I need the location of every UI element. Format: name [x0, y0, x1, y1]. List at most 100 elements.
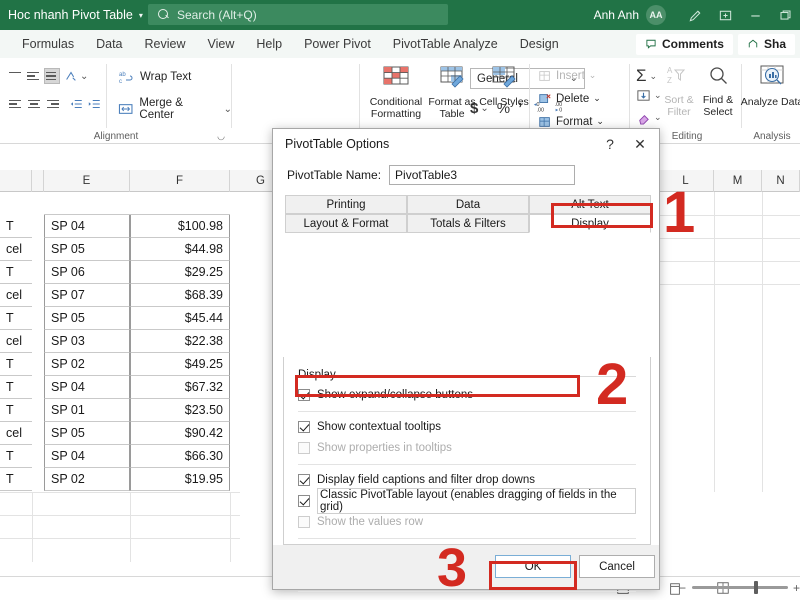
cell-D[interactable]: T	[0, 445, 32, 468]
align-left-icon[interactable]	[8, 96, 24, 112]
checkbox-classic-pivottable-layout[interactable]	[298, 494, 310, 507]
cell-F[interactable]: $23.50	[130, 399, 230, 422]
dialog-tab-data[interactable]: Data	[407, 195, 529, 214]
find-select-button[interactable]: Find & Select	[694, 64, 742, 126]
cell-D[interactable]: cel	[0, 330, 32, 353]
restore-icon[interactable]	[770, 0, 800, 30]
cell-D[interactable]: T	[0, 468, 32, 491]
cell-D[interactable]: T	[0, 307, 32, 330]
cell-partial-E[interactable]	[44, 192, 130, 215]
tab-data[interactable]: Data	[85, 30, 133, 58]
comments-button[interactable]: Comments	[635, 33, 733, 55]
cell-F[interactable]: $45.44	[130, 307, 230, 330]
zoom-out-button[interactable]: −	[679, 581, 686, 595]
merge-center-button[interactable]: Merge & Center ⌄	[118, 97, 232, 121]
column-header-partial[interactable]	[32, 170, 44, 192]
cell-F[interactable]: $68.39	[130, 284, 230, 307]
column-header-N[interactable]: N	[762, 170, 800, 192]
ok-button[interactable]: OK	[495, 555, 571, 578]
conditional-formatting-button[interactable]: Conditional Formatting	[364, 64, 428, 126]
column-header-E[interactable]: E	[44, 170, 130, 192]
option-display-field-captions[interactable]: Display field captions and filter drop d…	[298, 470, 636, 489]
pivottable-name-input[interactable]: PivotTable3	[389, 165, 576, 185]
tab-help[interactable]: Help	[245, 30, 293, 58]
cell-D[interactable]: cel	[0, 238, 32, 261]
page-break-preview-icon[interactable]	[716, 581, 730, 600]
column-header-M[interactable]: M	[714, 170, 762, 192]
zoom-slider[interactable]	[692, 586, 788, 589]
align-center-icon[interactable]	[26, 96, 42, 112]
zoom-in-button[interactable]: +	[793, 581, 800, 595]
tab-pivottable-analyze[interactable]: PivotTable Analyze	[382, 30, 509, 58]
orientation-icon[interactable]	[62, 68, 78, 84]
align-middle-icon[interactable]	[26, 68, 42, 84]
cell-partial-F[interactable]	[130, 192, 230, 215]
option-classic-pivottable-layout[interactable]: Classic PivotTable layout (enables dragg…	[298, 487, 636, 514]
checkbox-display-field-captions[interactable]	[298, 473, 310, 486]
cell-F[interactable]: $66.30	[130, 445, 230, 468]
cell-F[interactable]: $29.25	[130, 261, 230, 284]
checkbox-show-expand-collapse[interactable]	[298, 388, 310, 401]
document-title[interactable]: Hoc nhanh Pivot Table ▾	[8, 8, 143, 22]
cell-F[interactable]: $49.25	[130, 353, 230, 376]
zoom-slider-handle[interactable]	[754, 581, 758, 594]
dialog-tab-alt-text[interactable]: Alt Text	[529, 195, 651, 214]
delete-button[interactable]: Delete ⌄	[538, 89, 601, 108]
align-top-icon[interactable]	[8, 68, 24, 84]
present-icon[interactable]	[710, 0, 740, 30]
decrease-indent-icon[interactable]	[68, 96, 84, 112]
cell-E[interactable]: SP 03	[44, 330, 130, 353]
tab-review[interactable]: Review	[134, 30, 197, 58]
cell-E[interactable]: SP 04	[44, 376, 130, 399]
cell-D[interactable]: cel	[0, 284, 32, 307]
dialog-tab-totals-filters[interactable]: Totals & Filters	[407, 214, 529, 233]
checkbox-show-contextual-tooltips[interactable]	[298, 420, 310, 433]
increase-indent-icon[interactable]	[86, 96, 102, 112]
cell-F[interactable]: $100.98	[130, 215, 230, 238]
search-box[interactable]: Search (Alt+Q)	[148, 4, 448, 25]
cell-E[interactable]: SP 04	[44, 215, 130, 238]
analyze-data-button[interactable]: Analyze Data	[740, 64, 800, 126]
share-button[interactable]: Sha	[737, 33, 795, 55]
tab-formulas[interactable]: Formulas	[0, 30, 85, 58]
dialog-tab-printing[interactable]: Printing	[285, 195, 407, 214]
pen-icon[interactable]	[680, 0, 710, 30]
cell-D[interactable]: cel	[0, 422, 32, 445]
cell-E[interactable]: SP 06	[44, 261, 130, 284]
minimize-icon[interactable]	[740, 0, 770, 30]
option-show-contextual-tooltips[interactable]: Show contextual tooltips	[298, 417, 636, 436]
cell-D[interactable]: T	[0, 215, 32, 238]
dialog-tab-layout-format[interactable]: Layout & Format	[285, 214, 407, 233]
cell-F[interactable]: $90.42	[130, 422, 230, 445]
cell-D[interactable]: T	[0, 399, 32, 422]
column-header-F[interactable]: F	[130, 170, 230, 192]
tab-design[interactable]: Design	[509, 30, 570, 58]
align-right-icon[interactable]	[44, 96, 60, 112]
dialog-tab-display[interactable]: Display	[529, 214, 651, 233]
option-show-expand-collapse[interactable]: Show expand/collapse buttons	[298, 385, 636, 404]
cell-F[interactable]: $67.32	[130, 376, 230, 399]
wrap-text-button[interactable]: ab c Wrap Text	[118, 69, 191, 85]
cell-E[interactable]: SP 07	[44, 284, 130, 307]
align-bottom-icon[interactable]	[44, 68, 60, 84]
alignment-dialog-launcher-icon[interactable]: ◡	[217, 131, 225, 142]
insert-button[interactable]: Insert ⌄	[538, 66, 596, 85]
cancel-button[interactable]: Cancel	[579, 555, 655, 578]
close-icon[interactable]: ✕	[625, 131, 655, 157]
cell-E[interactable]: SP 05	[44, 238, 130, 261]
cell-E[interactable]: SP 05	[44, 422, 130, 445]
cell-E[interactable]: SP 02	[44, 468, 130, 491]
cell-D[interactable]: T	[0, 261, 32, 284]
tab-power-pivot[interactable]: Power Pivot	[293, 30, 382, 58]
orientation-caret-icon[interactable]: ⌄	[80, 71, 88, 82]
chevron-down-icon[interactable]: ▾	[139, 11, 143, 20]
cell-F[interactable]: $19.95	[130, 468, 230, 491]
avatar[interactable]: AA	[646, 5, 666, 25]
cell-E[interactable]: SP 04	[44, 445, 130, 468]
column-header-rownum[interactable]	[0, 170, 32, 192]
cell-E[interactable]: SP 01	[44, 399, 130, 422]
help-button[interactable]: ?	[595, 131, 625, 157]
cell-D[interactable]: T	[0, 376, 32, 399]
cell-E[interactable]: SP 05	[44, 307, 130, 330]
cell-F[interactable]: $22.38	[130, 330, 230, 353]
